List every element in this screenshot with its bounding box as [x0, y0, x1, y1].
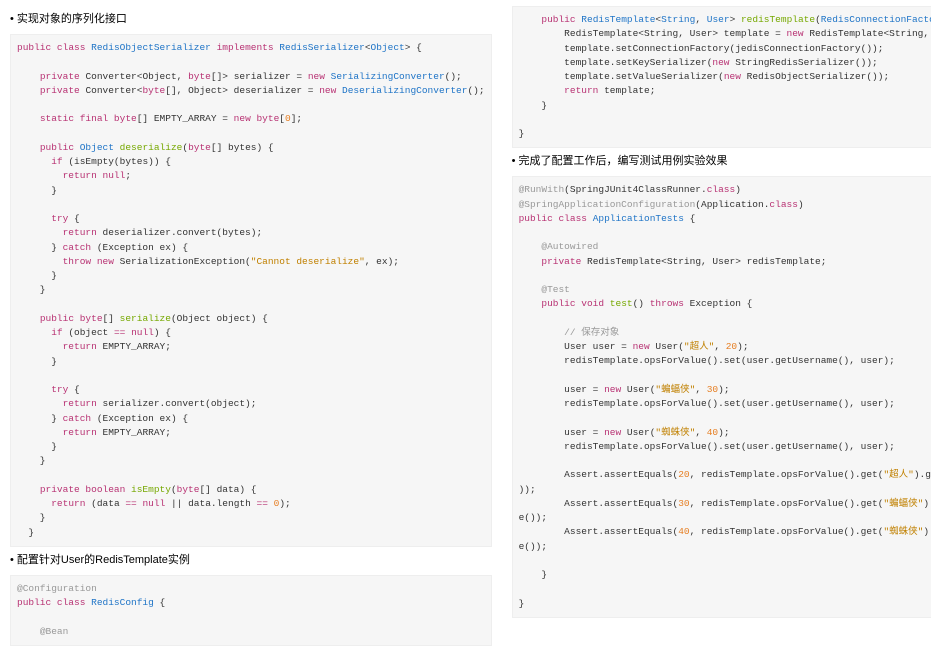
code-test: @RunWith(SpringJUnit4ClassRunner.class) …: [512, 176, 931, 618]
code-serializer: public class RedisObjectSerializer imple…: [10, 34, 492, 547]
bullet-test: 完成了配置工作后，编写测试用例实验效果: [512, 152, 931, 168]
bullet-redistemplate: 配置针对User的RedisTemplate实例: [10, 551, 492, 567]
code-redisconfig: @Configuration public class RedisConfig …: [10, 575, 492, 646]
bullet-serialize: 实现对象的序列化接口: [10, 10, 492, 26]
code-bean: public RedisTemplate<String, User> redis…: [512, 6, 931, 148]
right-column: public RedisTemplate<String, User> redis…: [502, 0, 931, 549]
left-column: 实现对象的序列化接口 public class RedisObjectSeria…: [0, 0, 502, 549]
